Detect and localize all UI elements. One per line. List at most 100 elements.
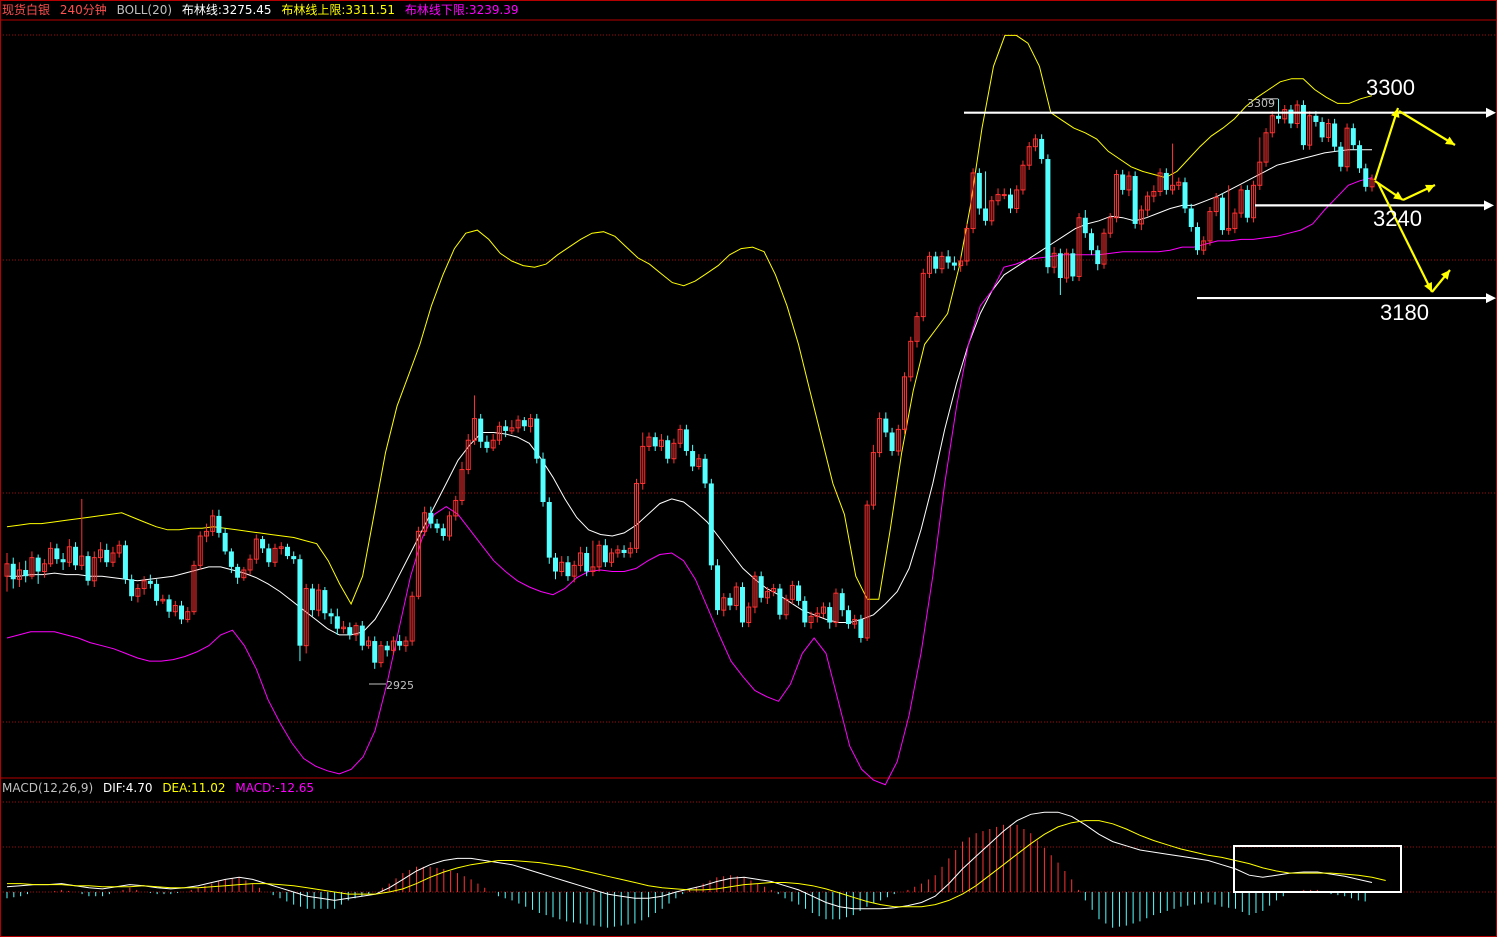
level-arrowhead-2 — [1486, 293, 1496, 304]
dif-label: DIF:4.70 — [102, 781, 153, 795]
forecast-arrow-up — [1373, 107, 1400, 181]
level-arrowhead-0 — [1486, 107, 1496, 118]
candle-body-down — [397, 641, 403, 646]
candle-body-down — [727, 597, 733, 606]
candle-body-down — [235, 566, 241, 578]
candle-body-down — [845, 610, 851, 625]
boll-mid-line — [7, 149, 1372, 636]
boll-upper-line — [6, 34, 1373, 606]
candle-body-down — [546, 502, 552, 558]
level-3180-label: 3180 — [1380, 300, 1429, 325]
price-panel-header: 现货白银 240分钟 BOLL(20) 布林线:3275.45 布林线上限:33… — [2, 3, 525, 17]
candle-body-down — [1057, 253, 1063, 278]
candle-body-down — [777, 588, 783, 615]
candle-body-down — [1313, 115, 1319, 122]
candle-body-down — [322, 590, 328, 614]
candle-body-down — [122, 545, 128, 580]
candle-body-down — [1332, 123, 1338, 147]
candle-body-down — [945, 256, 951, 263]
candle-body-down — [1089, 233, 1095, 251]
candle-body-down — [166, 599, 172, 612]
boll-upper-label: 布林线上限:3311.51 — [281, 3, 396, 17]
candle-body-down — [739, 586, 745, 623]
level-3240-label: 3240 — [1373, 206, 1422, 231]
candle-body-down — [665, 440, 671, 459]
candle-body-down — [35, 557, 41, 572]
candle-body-down — [60, 559, 66, 563]
chart-canvas[interactable] — [0, 0, 1497, 937]
boll-mid-label: 布林线:3275.45 — [181, 3, 272, 17]
candle-body-down — [839, 593, 845, 611]
candle-body-down — [291, 556, 297, 560]
dea-label: DEA:11.02 — [162, 781, 226, 795]
candle-body-down — [802, 600, 808, 623]
candle-body-down — [758, 576, 764, 598]
candle-body-down — [552, 557, 558, 572]
candle-body-down — [1188, 208, 1194, 228]
candle-body-down — [1319, 121, 1325, 138]
candle-body-down — [584, 552, 590, 572]
candle-body-down — [521, 420, 527, 427]
candle-body-down — [440, 528, 446, 536]
candle-body-down — [309, 588, 315, 611]
candle-body-down — [228, 551, 234, 567]
candle-body-down — [1039, 138, 1045, 160]
candle-body-down — [1070, 253, 1076, 277]
instrument-label: 现货白银 — [2, 3, 51, 17]
candle-body-down — [1194, 227, 1200, 251]
indicator-label: BOLL(20) — [116, 3, 173, 17]
candle-body-down — [1132, 176, 1138, 224]
candle-body-down — [690, 451, 696, 467]
candle-body-down — [54, 548, 60, 560]
candle-body-down — [1363, 168, 1369, 187]
candle-body-down — [284, 546, 290, 557]
candle-body-down — [715, 565, 721, 611]
candle-body-down — [708, 483, 714, 566]
candle-body-down — [434, 523, 440, 529]
candle-body-down — [85, 556, 91, 581]
candle-body-down — [347, 627, 353, 635]
candle-body-down — [129, 579, 135, 597]
candle-body-down — [328, 613, 334, 617]
candle-body-down — [933, 256, 939, 269]
candle-body-down — [889, 432, 895, 452]
candle-body-down — [334, 616, 340, 629]
candle-body-down — [222, 532, 228, 552]
candle-body-down — [827, 607, 833, 623]
candle-body-down — [1182, 182, 1188, 209]
boll-lower-label: 布林线下限:3239.39 — [404, 3, 519, 17]
candle-body-down — [297, 559, 303, 646]
candle-body-down — [372, 641, 378, 663]
level-arrowhead-1 — [1484, 200, 1494, 211]
candle-body-down — [484, 441, 490, 448]
candle-body-down — [652, 437, 658, 447]
candle-body-down — [478, 418, 484, 442]
candle-body-down — [260, 539, 266, 549]
candle-body-down — [1095, 250, 1101, 265]
low-marker-label: 2925 — [386, 679, 414, 692]
candle-body-down — [540, 458, 546, 503]
candle-body-down — [10, 563, 16, 580]
level-3300-label: 3300 — [1366, 75, 1415, 100]
candle-body-down — [534, 418, 540, 459]
candle-body-down — [976, 172, 982, 209]
candle-body-down — [266, 548, 272, 563]
candle-body-up — [1001, 194, 1007, 197]
candle-body-down — [951, 262, 957, 266]
candle-body-down — [858, 619, 864, 638]
candle-body-down — [1350, 128, 1356, 146]
candle-body-down — [702, 458, 708, 484]
candle-body-down — [1338, 146, 1344, 167]
candle-body-down — [1300, 104, 1306, 146]
candle-body-down — [983, 208, 989, 221]
candle-body-down — [154, 583, 160, 601]
candle-body-down — [147, 580, 153, 584]
candle-body-down — [1007, 194, 1013, 209]
candle-body-down — [602, 545, 608, 563]
macd-name-label: MACD(12,26,9) — [2, 781, 94, 795]
candle-body-down — [883, 418, 889, 433]
candle-body-down — [359, 625, 365, 646]
candle-body-down — [1244, 189, 1250, 218]
candle-body-down — [503, 426, 509, 431]
forecast-arrow-to-3240-head — [1393, 191, 1403, 200]
